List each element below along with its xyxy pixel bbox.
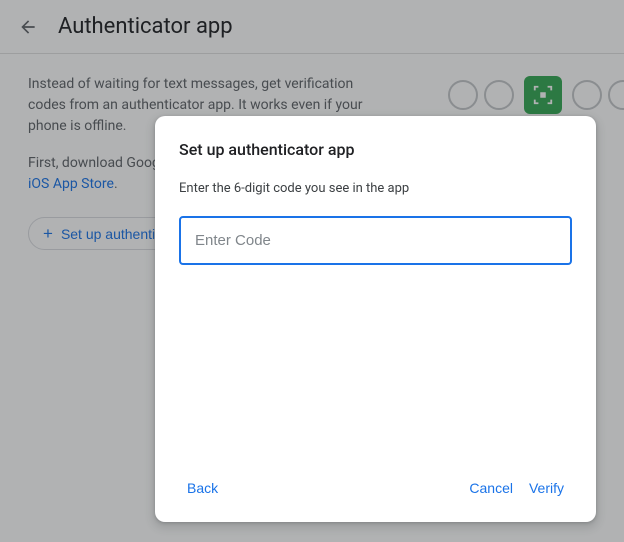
dialog-title: Set up authenticator app: [179, 140, 572, 159]
back-button[interactable]: Back: [179, 474, 226, 502]
dialog-subtitle: Enter the 6-digit code you see in the ap…: [179, 181, 572, 196]
dialog-body: Set up authenticator app Enter the 6-dig…: [155, 116, 596, 460]
dialog-footer: Back Cancel Verify: [155, 460, 596, 522]
setup-authenticator-dialog: Set up authenticator app Enter the 6-dig…: [155, 116, 596, 522]
cancel-button[interactable]: Cancel: [461, 474, 521, 502]
verify-button[interactable]: Verify: [521, 474, 572, 502]
code-input[interactable]: [179, 216, 572, 265]
